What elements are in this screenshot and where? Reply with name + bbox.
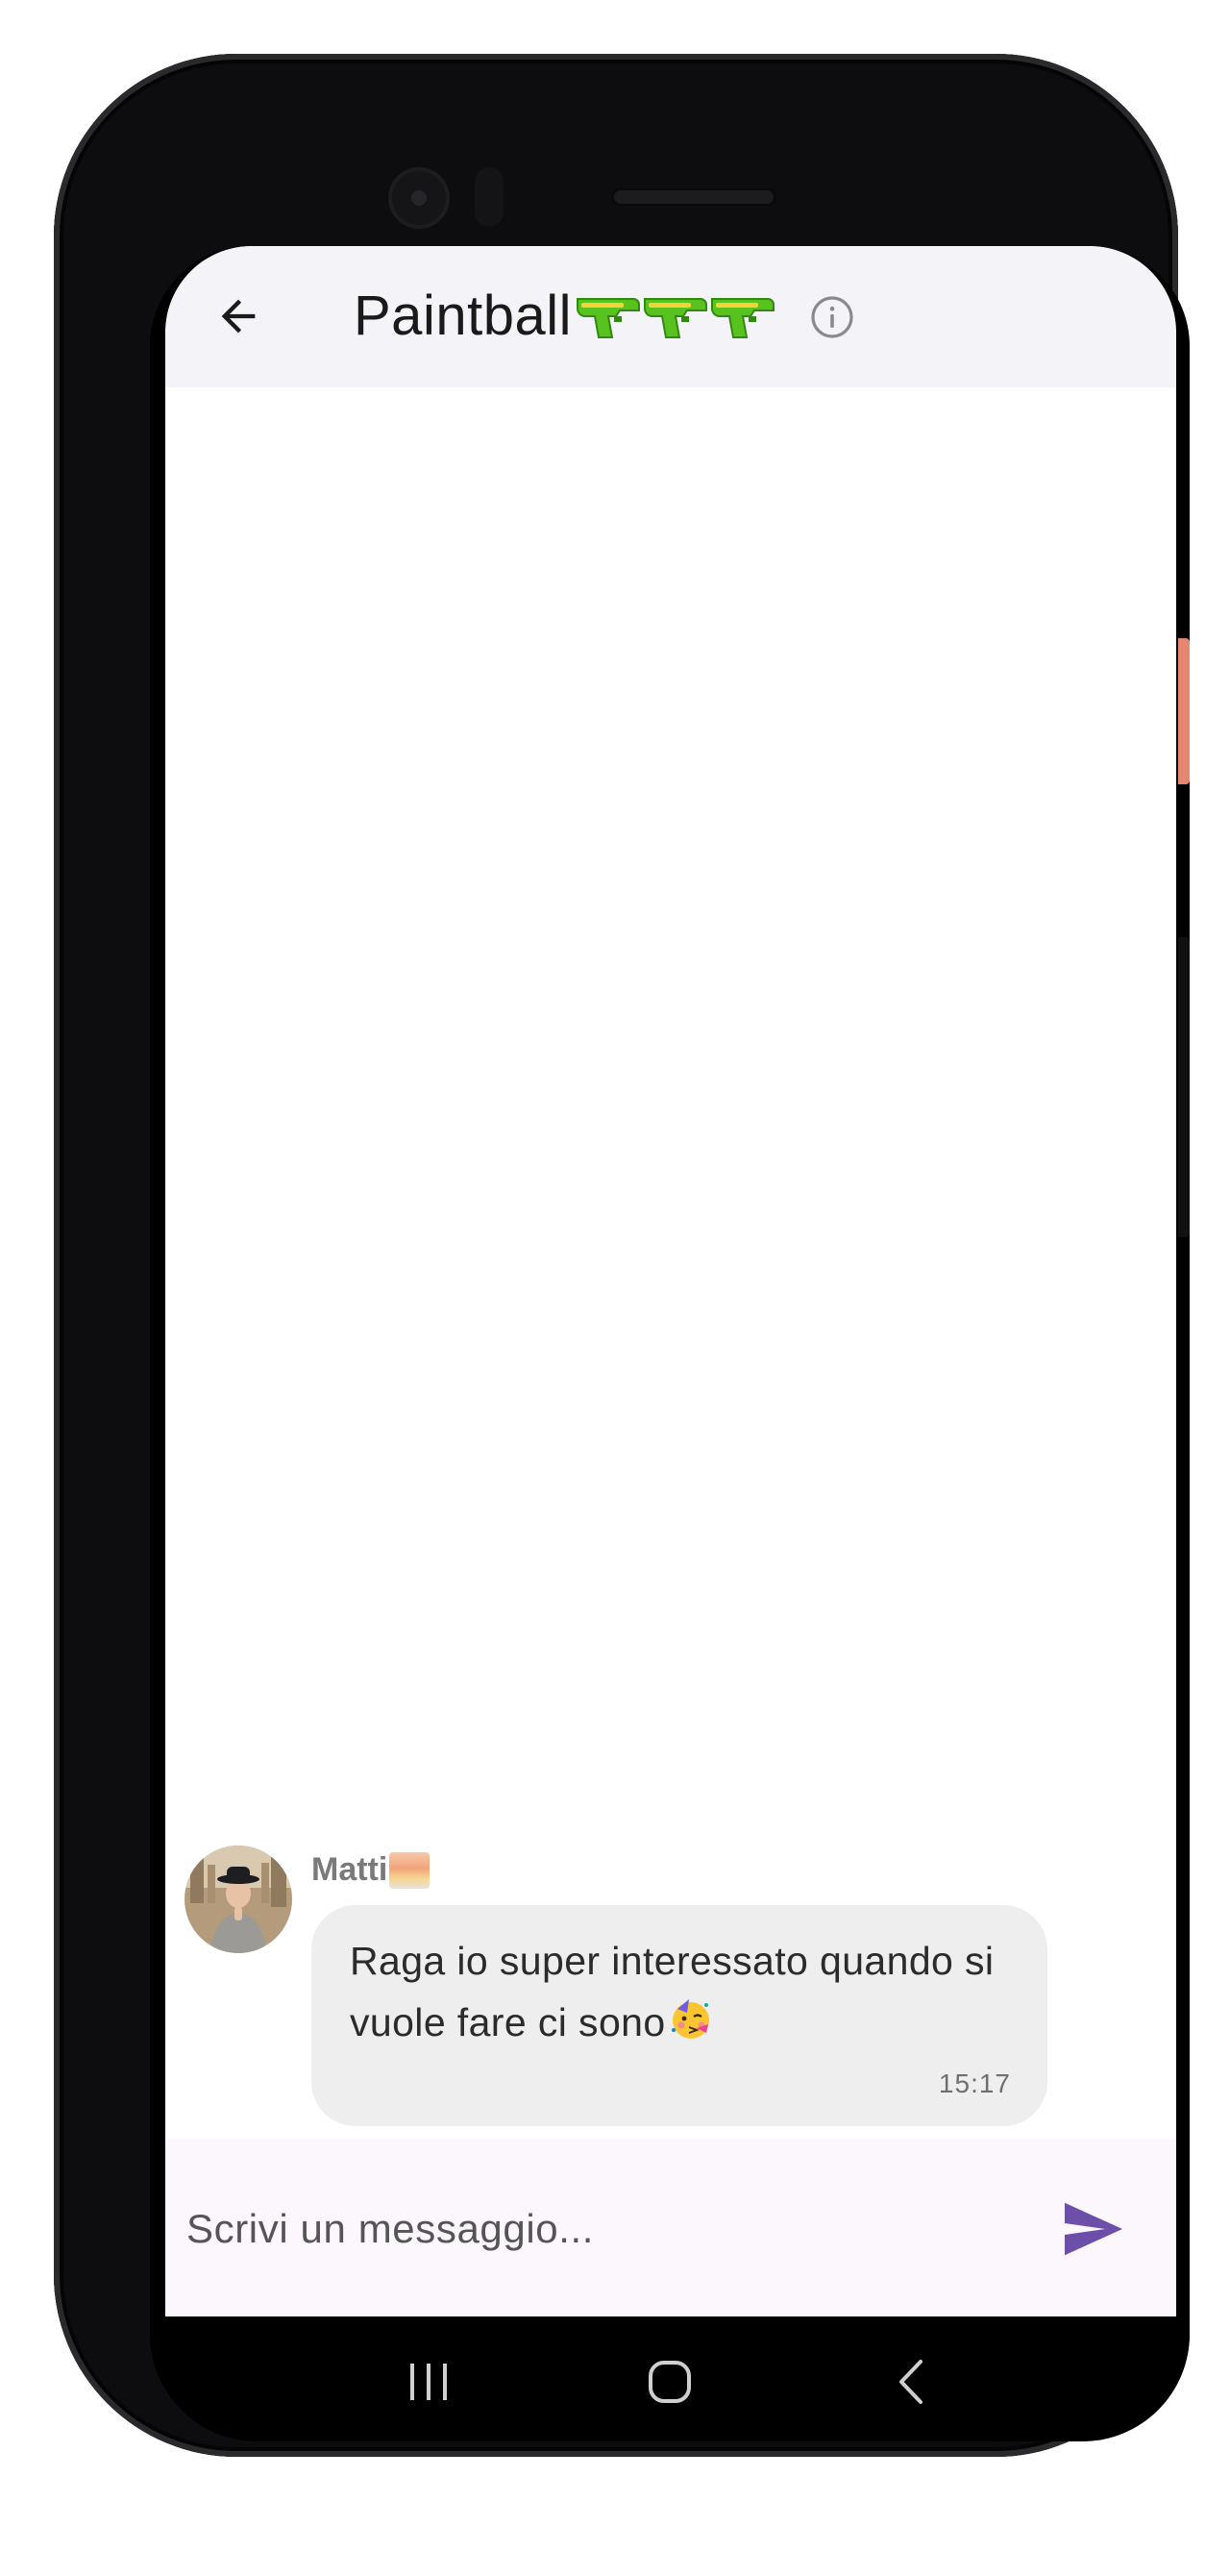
device-screen: Paintball Matti Raga io super interessat…: [150, 246, 1190, 2441]
home-button[interactable]: [631, 2343, 708, 2420]
partying-face-emoji-icon: [668, 1995, 714, 2059]
chat-title: Paintball: [354, 277, 777, 354]
system-navigation-bar: [150, 2316, 1190, 2441]
send-icon: [1065, 2202, 1122, 2256]
water-pistol-icon: [643, 298, 707, 338]
chevron-left-icon: [899, 2360, 922, 2404]
info-button[interactable]: [807, 292, 857, 342]
message-input[interactable]: [184, 2193, 1034, 2265]
proximity-sensor: [475, 167, 504, 227]
app-bar: Paintball: [165, 246, 1176, 387]
side-button-orange: [1178, 638, 1190, 784]
earpiece-speaker: [611, 187, 776, 207]
info-circle-icon: [811, 296, 853, 338]
water-pistol-icon: [710, 298, 775, 338]
sunrise-emoji-icon: [389, 1851, 430, 1889]
side-button-power: [1178, 937, 1190, 1237]
sender-name: Matti: [311, 1851, 430, 1889]
send-button[interactable]: [1057, 2195, 1130, 2263]
page-title: Paintball: [354, 284, 572, 347]
message-timestamp: 15:17: [938, 2068, 1011, 2098]
back-button[interactable]: [209, 287, 267, 345]
recents-icon: [410, 2364, 447, 2400]
arrow-left-icon: [221, 299, 256, 334]
message-text-container: Raga io super interessato quando si vuol…: [350, 1930, 1022, 2059]
message-composer: [165, 2140, 1176, 2316]
sender-label: Matti: [311, 1851, 388, 1888]
recents-button[interactable]: [390, 2343, 467, 2420]
water-pistol-icon: [576, 298, 640, 338]
front-camera: [388, 167, 450, 229]
nav-back-button[interactable]: [873, 2343, 949, 2420]
message-bubble[interactable]: Raga io super interessato quando si vuol…: [311, 1905, 1047, 2126]
title-emojis: [576, 291, 777, 339]
chat-screen: Paintball Matti Raga io super interessat…: [165, 246, 1176, 2316]
phone-frame: Paintball Matti Raga io super interessat…: [54, 54, 1190, 2457]
avatar[interactable]: [184, 1845, 292, 1953]
home-icon: [649, 2361, 691, 2403]
